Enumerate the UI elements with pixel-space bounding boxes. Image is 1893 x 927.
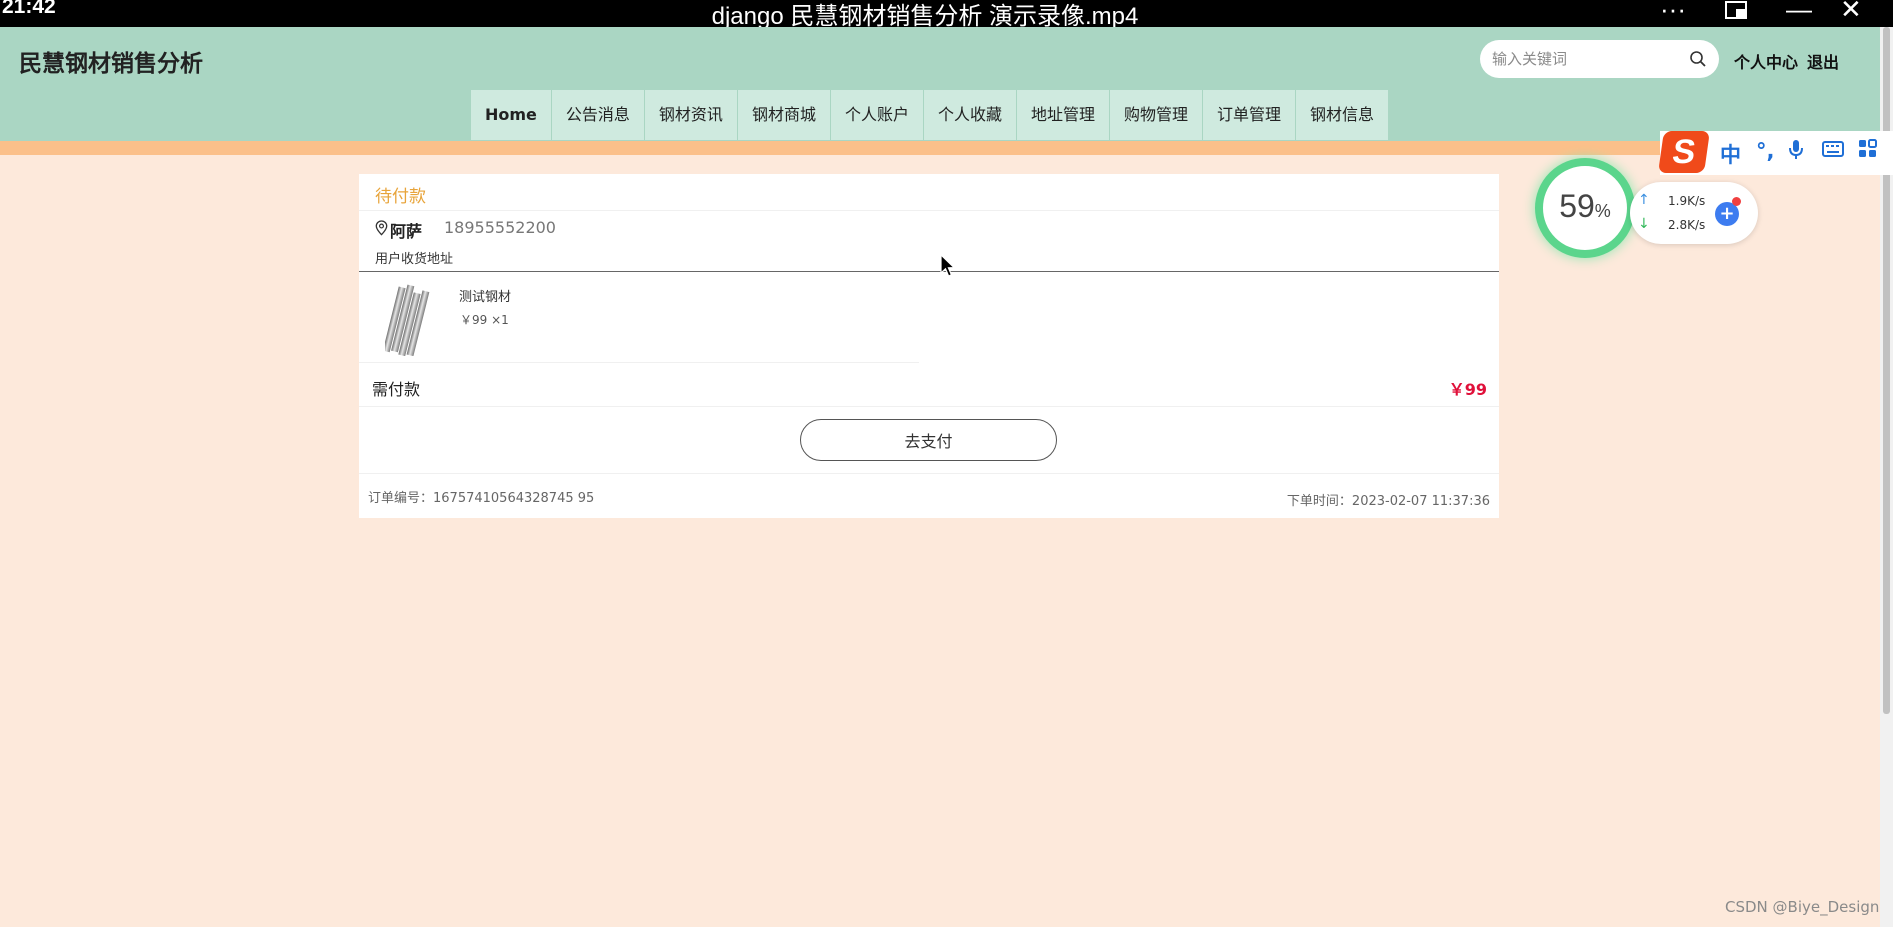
- more-button[interactable]: ···: [1660, 0, 1686, 25]
- order-number: 订单编号：16757410564328745 95: [368, 491, 595, 506]
- nav-item-personal-account[interactable]: 个人账户: [831, 90, 924, 140]
- logout-link[interactable]: 退出: [1807, 49, 1839, 73]
- location-pin-icon: [375, 220, 388, 240]
- minimize-button[interactable]: —: [1786, 0, 1812, 25]
- microphone-icon[interactable]: [1788, 139, 1804, 166]
- nav-item-steel-info[interactable]: 钢材信息: [1296, 90, 1388, 140]
- sogou-logo-icon[interactable]: S: [1658, 131, 1710, 173]
- recipient-name: 阿萨: [390, 222, 423, 241]
- divider: [359, 271, 1499, 272]
- product-name[interactable]: 测试钢材: [459, 286, 511, 305]
- toolbox-grid-icon[interactable]: [1858, 139, 1878, 164]
- product-price-quantity: ￥99 ×1: [460, 313, 509, 327]
- divider: [359, 362, 919, 363]
- download-speed: 2.8K/s: [1668, 218, 1706, 232]
- upload-arrow-icon: ↑: [1638, 192, 1650, 208]
- picture-in-picture-icon[interactable]: [1724, 0, 1750, 29]
- nav-item-steel-mall[interactable]: 钢材商城: [738, 90, 831, 140]
- divider: [359, 406, 1499, 407]
- upload-speed: 1.9K/s: [1668, 194, 1706, 208]
- speed-panel: ↑ 1.9K/s ↓ 2.8K/s +: [1630, 182, 1758, 244]
- csdn-watermark: CSDN @Biye_Design: [1725, 898, 1880, 916]
- site-brand[interactable]: 民慧钢材销售分析: [19, 44, 203, 78]
- nav-item-address-management[interactable]: 地址管理: [1017, 90, 1110, 140]
- close-button[interactable]: ✕: [1840, 0, 1862, 25]
- recipient-phone: 18955552200: [444, 218, 556, 237]
- nav-item-favorites[interactable]: 个人收藏: [924, 90, 1017, 140]
- divider: [359, 473, 1499, 474]
- percent-sign: %: [1594, 201, 1611, 221]
- memory-usage-percent: 59: [1559, 188, 1595, 224]
- mouse-cursor-icon: [940, 253, 956, 282]
- nav-item-steel-news[interactable]: 钢材资讯: [645, 90, 738, 140]
- site-header: 民慧钢材销售分析 个人中心 退出 Home 公告消息 钢材资讯 钢材商城 个人账…: [0, 27, 1880, 141]
- video-player-titlebar: 21:42 django 民慧钢材销售分析 演示录像.mp4 ··· — ✕: [0, 0, 1893, 30]
- search-input[interactable]: [1492, 47, 1682, 71]
- product-thumbnail[interactable]: [382, 284, 433, 357]
- header-accent-band: [0, 141, 1880, 155]
- nav-item-home[interactable]: Home: [471, 90, 552, 140]
- personal-center-link[interactable]: 个人中心: [1734, 49, 1798, 73]
- order-card: 待付款 阿萨 18955552200 用户收货地址 测试钢材 ￥99 ×1 需付…: [359, 174, 1499, 518]
- order-status: 待付款: [375, 187, 426, 207]
- notification-dot: [1732, 197, 1741, 206]
- order-time: 下单时间：2023-02-07 11:37:36: [1286, 494, 1490, 509]
- amount-due-value: ￥99: [1448, 380, 1487, 399]
- recipient-address: 用户收货地址: [375, 252, 454, 267]
- download-arrow-icon: ↓: [1638, 216, 1650, 232]
- keyboard-icon[interactable]: [1822, 139, 1844, 163]
- nav-item-announcements[interactable]: 公告消息: [552, 90, 645, 140]
- pay-button[interactable]: 去支付: [800, 419, 1057, 461]
- amount-due-label: 需付款: [372, 380, 421, 399]
- main-nav: Home 公告消息 钢材资讯 钢材商城 个人账户 个人收藏 地址管理 购物管理 …: [471, 90, 1389, 140]
- ime-language-toggle[interactable]: 中: [1720, 139, 1741, 169]
- nav-item-shopping-management[interactable]: 购物管理: [1110, 90, 1204, 140]
- search-box: [1480, 40, 1719, 78]
- search-icon[interactable]: [1689, 50, 1707, 72]
- ime-punctuation-toggle[interactable]: °,: [1756, 139, 1774, 163]
- nav-item-order-management[interactable]: 订单管理: [1203, 90, 1297, 140]
- ime-toolbar: S 中 °,: [1658, 131, 1893, 175]
- memory-usage-ring[interactable]: 59%: [1535, 158, 1635, 258]
- divider: [359, 210, 1499, 211]
